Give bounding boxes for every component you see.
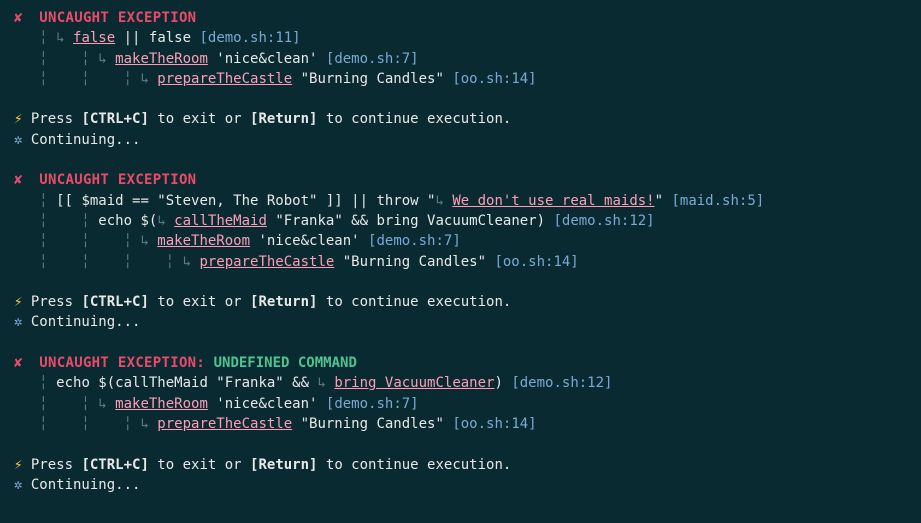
stack-frame: ╎ ↳ false || false [demo.sh:11]: [14, 28, 907, 48]
return-key[interactable]: [Return]: [250, 111, 317, 127]
frame-link[interactable]: false: [73, 30, 115, 46]
continue-prompt: ⚡ Press [CTRL+C] to exit or [Return] to …: [14, 292, 907, 312]
tree-icon: ╎ ╎ ╎: [14, 233, 140, 249]
continuing-text: Continuing...: [31, 132, 141, 148]
arrow-icon: ↳: [56, 30, 73, 46]
arrow-icon: ↳: [98, 396, 115, 412]
tree-icon: ╎: [14, 30, 56, 46]
frame-text: 'nice&clean': [208, 51, 326, 67]
bolt-icon: ⚡: [14, 457, 31, 473]
tree-icon: ╎ ╎ ╎: [14, 71, 140, 87]
continuing-line: ✲ Continuing...: [14, 312, 907, 332]
frame-location: [demo.sh:12]: [553, 213, 654, 229]
exception-header: ✘ UNCAUGHT EXCEPTION: [14, 8, 907, 28]
stack-frame: ╎ ╎ ╎ ↳ makeTheRoom 'nice&clean' [demo.s…: [14, 231, 907, 251]
tree-icon: ╎ ╎ ╎: [14, 416, 140, 432]
tree-icon: ╎ ╎: [14, 213, 98, 229]
stack-frame: ╎ ╎ ╎ ╎ ↳ prepareTheCastle "Burning Cand…: [14, 252, 907, 272]
x-icon: ✘: [14, 172, 39, 188]
arrow-icon: ↳: [317, 375, 334, 391]
frame-link[interactable]: makeTheRoom: [115, 396, 208, 412]
x-icon: ✘: [14, 355, 39, 371]
arrow-icon: ↳: [140, 233, 157, 249]
frame-text: "Burning Candles": [292, 71, 452, 87]
frame-location: [demo.sh:7]: [326, 51, 419, 67]
arrow-icon: ↳: [435, 193, 452, 209]
exception-title: UNCAUGHT EXCEPTION:: [39, 355, 205, 371]
return-key[interactable]: [Return]: [250, 294, 317, 310]
arrow-icon: ↳: [98, 51, 115, 67]
bolt-icon: ⚡: [14, 111, 31, 127]
frame-link[interactable]: makeTheRoom: [115, 51, 208, 67]
frame-link[interactable]: prepareTheCastle: [157, 71, 292, 87]
frame-location: [oo.sh:14]: [452, 416, 536, 432]
frame-text: "Burning Candles": [334, 254, 494, 270]
bolt-icon: ⚡: [14, 294, 31, 310]
stack-frame: ╎ echo $(callTheMaid "Franka" && ↳ bring…: [14, 373, 907, 393]
frame-location: [demo.sh:7]: [326, 396, 419, 412]
frame-pretext: echo $(callTheMaid "Franka" &&: [56, 375, 317, 391]
frame-location: [oo.sh:14]: [494, 254, 578, 270]
continuing-text: Continuing...: [31, 477, 141, 493]
arrow-icon: ↳: [140, 416, 157, 432]
gear-icon: ✲: [14, 477, 31, 493]
stack-frame: ╎ ╎ echo $(↳ callTheMaid "Franka" && bri…: [14, 211, 907, 231]
frame-text: 'nice&clean': [208, 396, 326, 412]
arrow-icon: ↳: [140, 71, 157, 87]
frame-link[interactable]: callTheMaid: [174, 213, 267, 229]
stack-frame: ╎ ╎ ↳ makeTheRoom 'nice&clean' [demo.sh:…: [14, 394, 907, 414]
ctrl-c-key[interactable]: [CTRL+C]: [81, 111, 148, 127]
frame-location: [maid.sh:5]: [671, 193, 764, 209]
exception-header: ✘ UNCAUGHT EXCEPTION: [14, 170, 907, 190]
stack-frame: ╎ ╎ ╎ ↳ prepareTheCastle "Burning Candle…: [14, 69, 907, 89]
stack-frame: ╎ ╎ ↳ makeTheRoom 'nice&clean' [demo.sh:…: [14, 49, 907, 69]
frame-pretext: echo $(: [98, 213, 157, 229]
exception-title: UNCAUGHT EXCEPTION: [39, 172, 196, 188]
frame-text: || false: [115, 30, 199, 46]
stack-frame: ╎ [[ $maid == "Steven, The Robot" ]] || …: [14, 191, 907, 211]
tree-icon: ╎: [14, 375, 56, 391]
frame-text: ": [655, 193, 672, 209]
tree-icon: ╎ ╎: [14, 51, 98, 67]
gear-icon: ✲: [14, 132, 31, 148]
frame-link[interactable]: prepareTheCastle: [157, 416, 292, 432]
frame-text: 'nice&clean': [250, 233, 368, 249]
exception-header: ✘ UNCAUGHT EXCEPTION: UNDEFINED COMMAND: [14, 353, 907, 373]
ctrl-c-key[interactable]: [CTRL+C]: [81, 457, 148, 473]
continuing-line: ✲ Continuing...: [14, 475, 907, 495]
arrow-icon: ↳: [183, 254, 200, 270]
tree-icon: ╎ ╎: [14, 396, 98, 412]
frame-link[interactable]: prepareTheCastle: [199, 254, 334, 270]
exception-subtitle: UNDEFINED COMMAND: [205, 355, 357, 371]
continue-prompt: ⚡ Press [CTRL+C] to exit or [Return] to …: [14, 109, 907, 129]
arrow-icon: ↳: [157, 213, 174, 229]
exception-title: UNCAUGHT EXCEPTION: [39, 10, 196, 26]
frame-link[interactable]: makeTheRoom: [157, 233, 250, 249]
frame-location: [demo.sh:12]: [511, 375, 612, 391]
ctrl-c-key[interactable]: [CTRL+C]: [81, 294, 148, 310]
frame-pretext: [[ $maid == "Steven, The Robot" ]] || th…: [56, 193, 435, 209]
tree-icon: ╎ ╎ ╎ ╎: [14, 254, 183, 270]
frame-text: "Burning Candles": [292, 416, 452, 432]
frame-text: "Franka" && bring VacuumCleaner): [267, 213, 554, 229]
stack-frame: ╎ ╎ ╎ ↳ prepareTheCastle "Burning Candle…: [14, 414, 907, 434]
continue-prompt: ⚡ Press [CTRL+C] to exit or [Return] to …: [14, 455, 907, 475]
frame-location: [demo.sh:7]: [368, 233, 461, 249]
continuing-text: Continuing...: [31, 314, 141, 330]
frame-location: [oo.sh:14]: [452, 71, 536, 87]
gear-icon: ✲: [14, 314, 31, 330]
tree-icon: ╎: [14, 193, 56, 209]
x-icon: ✘: [14, 10, 39, 26]
frame-link[interactable]: We don't use real maids!: [452, 193, 654, 209]
continuing-line: ✲ Continuing...: [14, 130, 907, 150]
frame-link[interactable]: bring VacuumCleaner: [334, 375, 494, 391]
frame-location: [demo.sh:11]: [199, 30, 300, 46]
return-key[interactable]: [Return]: [250, 457, 317, 473]
frame-text: ): [494, 375, 511, 391]
